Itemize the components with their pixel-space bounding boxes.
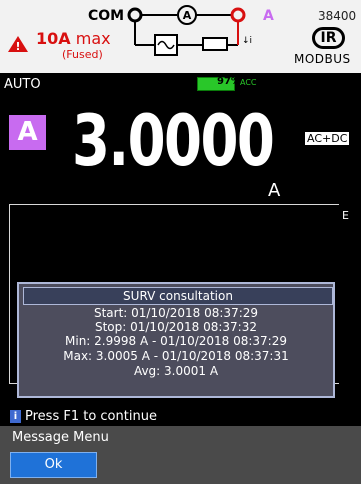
rating-suffix: max [75, 29, 111, 48]
info-text: Press F1 to continue [25, 409, 157, 424]
dialog-title: SURV consultation [23, 287, 333, 305]
svg-text:↓i: ↓i [242, 36, 252, 46]
battery-percent: 97% [217, 76, 241, 87]
info-icon: i [10, 410, 21, 423]
menu-title: Message Menu [12, 430, 109, 445]
model-number: 38400 [318, 9, 357, 23]
side-indicator: E [342, 209, 349, 222]
com-terminal-label: COM [88, 8, 125, 24]
ir-badge: IR [312, 27, 345, 49]
rating-main: 10A [36, 29, 71, 48]
coupling-badge: AC+DC [305, 132, 350, 145]
dialog-stop: Stop: 01/10/2018 08:37:32 [94, 320, 257, 334]
svg-text:!: ! [15, 40, 20, 53]
warning-triangle-icon: ! [8, 36, 28, 53]
function-badge: A [9, 115, 46, 150]
fused-label: (Fused) [62, 48, 103, 61]
dialog-avg: Avg: 3.0001 A [133, 364, 219, 378]
main-reading: 3.0000 [72, 100, 275, 182]
range-mode: AUTO [4, 77, 41, 92]
dialog-min: Min: 2.9998 A - 01/10/2018 08:37:29 [65, 334, 287, 348]
modbus-label: MODBUS [294, 52, 351, 66]
ok-button[interactable]: Ok [10, 452, 97, 478]
dialog-start: Start: 01/10/2018 08:37:29 [93, 306, 259, 320]
current-rating: 10A max [36, 31, 111, 47]
svg-text:A: A [183, 9, 192, 22]
acc-indicator: ACC [240, 78, 257, 87]
dialog-max: Max: 3.0005 A - 01/10/2018 08:37:31 [63, 349, 289, 363]
reading-unit: A [268, 180, 281, 201]
wiring-diagram-icon: A ↓i [127, 5, 252, 56]
